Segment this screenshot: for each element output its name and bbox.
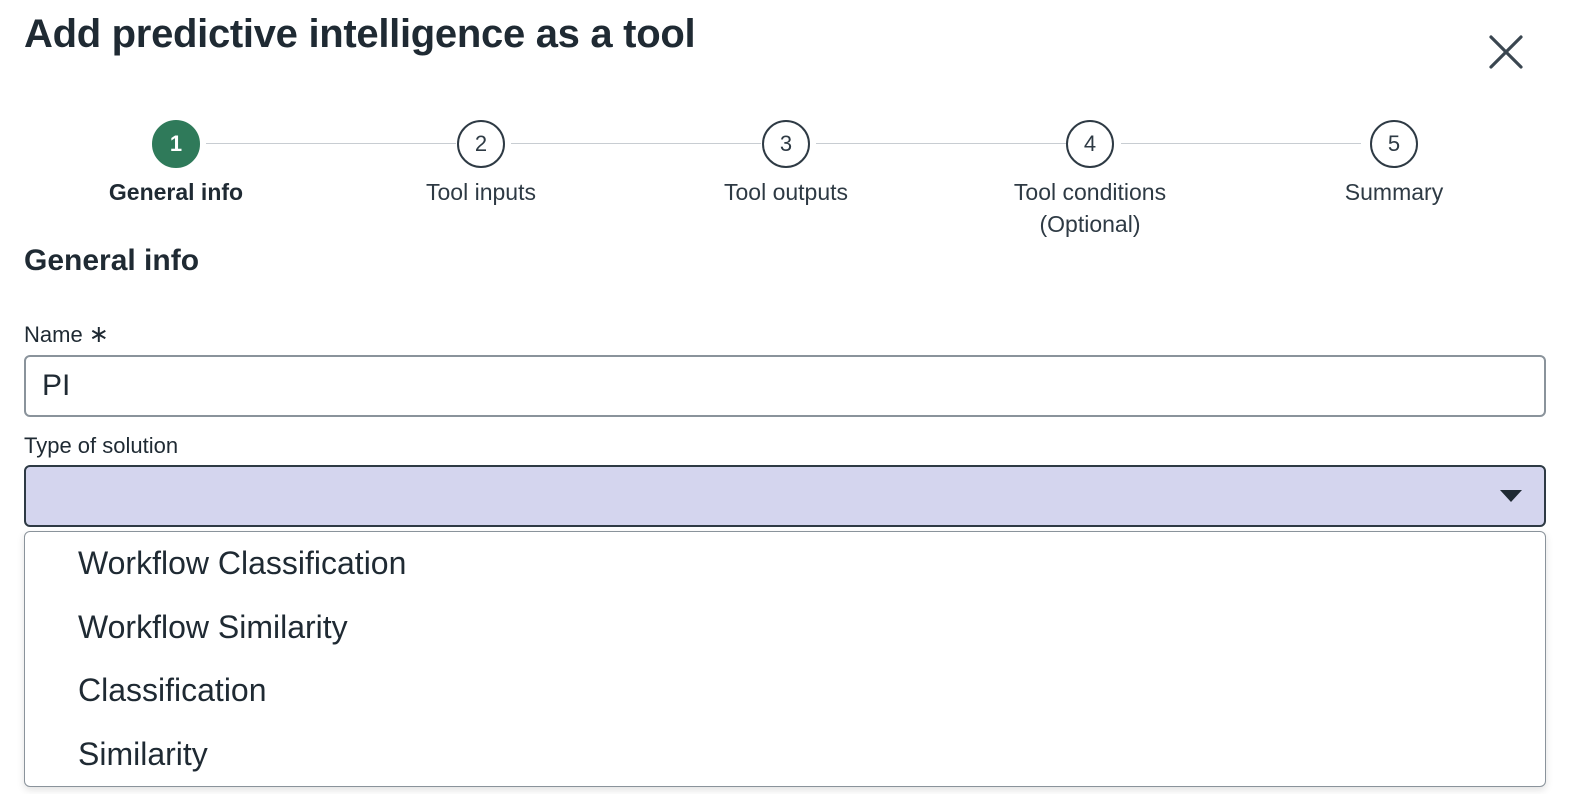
step-general-info[interactable]: 1 General info — [46, 120, 306, 208]
step-label: General info — [108, 179, 244, 205]
close-button[interactable] — [1482, 28, 1530, 76]
option-workflow-similarity[interactable]: Workflow Similarity — [25, 596, 1545, 660]
add-tool-modal: Add predictive intelligence as a tool 1 … — [0, 0, 1578, 794]
required-icon: ∗ — [88, 321, 109, 348]
step-number: 3 — [762, 120, 810, 168]
step-label-optional: (Optional) — [1039, 211, 1141, 237]
step-label-main: Tool conditions — [1013, 179, 1167, 205]
type-of-solution-label: Type of solution — [24, 433, 179, 458]
name-input[interactable] — [24, 355, 1546, 417]
name-label: Name ∗ — [24, 320, 109, 349]
name-label-text: Name — [24, 322, 83, 347]
close-icon — [1489, 35, 1523, 69]
step-number: 5 — [1370, 120, 1418, 168]
step-tool-inputs[interactable]: 2 Tool inputs — [351, 120, 611, 208]
step-label: Tool inputs — [426, 179, 536, 205]
option-classification[interactable]: Classification — [25, 659, 1545, 723]
step-tool-outputs[interactable]: 3 Tool outputs — [656, 120, 916, 208]
step-label: Summary — [1344, 179, 1444, 205]
modal-title: Add predictive intelligence as a tool — [24, 12, 696, 56]
option-similarity[interactable]: Similarity — [25, 723, 1545, 787]
section-title: General info — [24, 244, 200, 277]
step-number: 1 — [152, 120, 200, 168]
type-of-solution-select[interactable] — [24, 465, 1546, 527]
step-label: Tool outputs — [723, 179, 849, 205]
type-of-solution-dropdown: Workflow Classification Workflow Similar… — [24, 531, 1546, 787]
step-number: 4 — [1066, 120, 1114, 168]
step-number: 2 — [457, 120, 505, 168]
step-label: Tool conditions (Optional) — [1014, 176, 1166, 240]
step-summary[interactable]: 5 Summary — [1264, 120, 1524, 208]
option-workflow-classification[interactable]: Workflow Classification — [25, 532, 1545, 596]
caret-down-icon — [1500, 490, 1522, 502]
step-tool-conditions[interactable]: 4 Tool conditions (Optional) — [960, 120, 1220, 240]
stepper: 1 General info 2 Tool inputs 3 Tool outp… — [0, 120, 1578, 240]
